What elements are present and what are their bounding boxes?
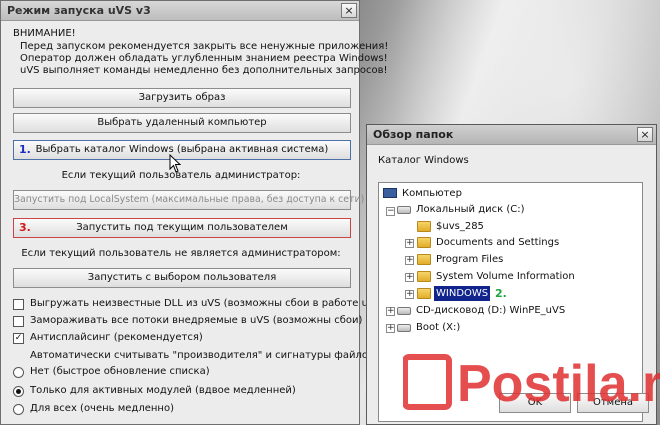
warning-line-3: uVS выполняет команды немедленно без доп… <box>20 65 388 76</box>
folder-icon <box>417 237 431 248</box>
expand-cd-icon[interactable]: + <box>386 307 395 316</box>
browse-titlebar: Обзор папок × <box>367 125 656 145</box>
freeze-threads-label: Замораживать все потоки внедряемые в uVS… <box>30 315 363 326</box>
admin-label: Если текущий пользователь администратор: <box>61 170 301 181</box>
hard-drive-icon <box>397 206 411 214</box>
warning-line-2: Оператор должен обладать углубленным зна… <box>20 53 388 64</box>
launch-mode-dialog: Режим запуска uVS v3 × ВНИМАНИЕ! Перед з… <box>0 0 388 425</box>
load-image-button[interactable]: Загрузить образ <box>13 88 351 108</box>
expand-boot-icon[interactable]: + <box>386 324 395 333</box>
expand-docs-icon[interactable]: + <box>405 239 414 248</box>
main-close-button[interactable]: × <box>341 3 357 18</box>
radio-all-label: Для всех (очень медленно) <box>30 403 174 414</box>
radio-all[interactable] <box>13 404 24 415</box>
radio-none-label: Нет (быстрое обновление списка) <box>30 366 210 377</box>
collapse-drive-c-icon[interactable]: − <box>386 207 395 216</box>
radio-none[interactable] <box>13 367 24 378</box>
nonadmin-label: Если текущий пользователь не является ад… <box>21 248 341 259</box>
select-remote-button[interactable]: Выбрать удаленный компьютер <box>13 113 351 133</box>
freeze-threads-checkbox[interactable] <box>13 316 24 327</box>
browse-title: Обзор папок <box>373 128 454 141</box>
computer-icon <box>383 188 397 198</box>
radio-active-modules-label: Только для активных модулей (вдвое медле… <box>30 385 296 396</box>
step-number-2: 2. <box>495 287 507 300</box>
folder-icon <box>417 221 431 232</box>
radio-active-modules[interactable] <box>13 386 24 397</box>
expand-svi-icon[interactable]: + <box>405 273 414 282</box>
windows-selected-label: WINDOWS <box>434 286 491 301</box>
drive-icon <box>397 324 411 332</box>
browse-caption: Каталог Windows <box>378 155 469 166</box>
step-number-1: 1. <box>19 143 31 156</box>
folder-icon <box>417 271 431 282</box>
main-titlebar: Режим запуска uVS v3 × <box>1 1 359 21</box>
browse-close-button[interactable]: × <box>637 127 653 142</box>
unload-dll-label: Выгружать неизвестные DLL из uVS (возмож… <box>30 298 384 309</box>
warning-title: ВНИМАНИЕ! <box>13 28 76 39</box>
watermark-text: Postila.ru <box>457 355 660 413</box>
antisplicing-checkbox[interactable]: ✓ <box>13 333 24 344</box>
expand-program-files-icon[interactable]: + <box>405 256 414 265</box>
run-current-user-label: Запустить под текущим пользователем <box>76 222 288 233</box>
warning-line-1: Перед запуском рекомендуется закрыть все… <box>20 41 389 52</box>
step-number-3: 3. <box>19 221 31 234</box>
folder-open-icon <box>417 288 431 299</box>
run-localsystem-button[interactable]: Запустить под LocalSystem (максимальные … <box>13 190 364 210</box>
cd-drive-icon <box>397 307 411 315</box>
run-current-user-button[interactable]: 3. Запустить под текущим пользователем <box>13 218 351 238</box>
folder-icon <box>417 254 431 265</box>
postila-watermark: Postila.ru <box>403 354 660 413</box>
main-title: Режим запуска uVS v3 <box>7 4 151 17</box>
auto-read-label: Автоматически считывать "производителя" … <box>30 350 378 361</box>
antisplicing-label: Антисплайсинг (рекомендуется) <box>30 332 203 343</box>
unload-dll-checkbox[interactable] <box>13 299 24 310</box>
run-choose-user-button[interactable]: Запустить с выбором пользователя <box>13 268 351 288</box>
expand-windows-icon[interactable]: + <box>405 290 414 299</box>
